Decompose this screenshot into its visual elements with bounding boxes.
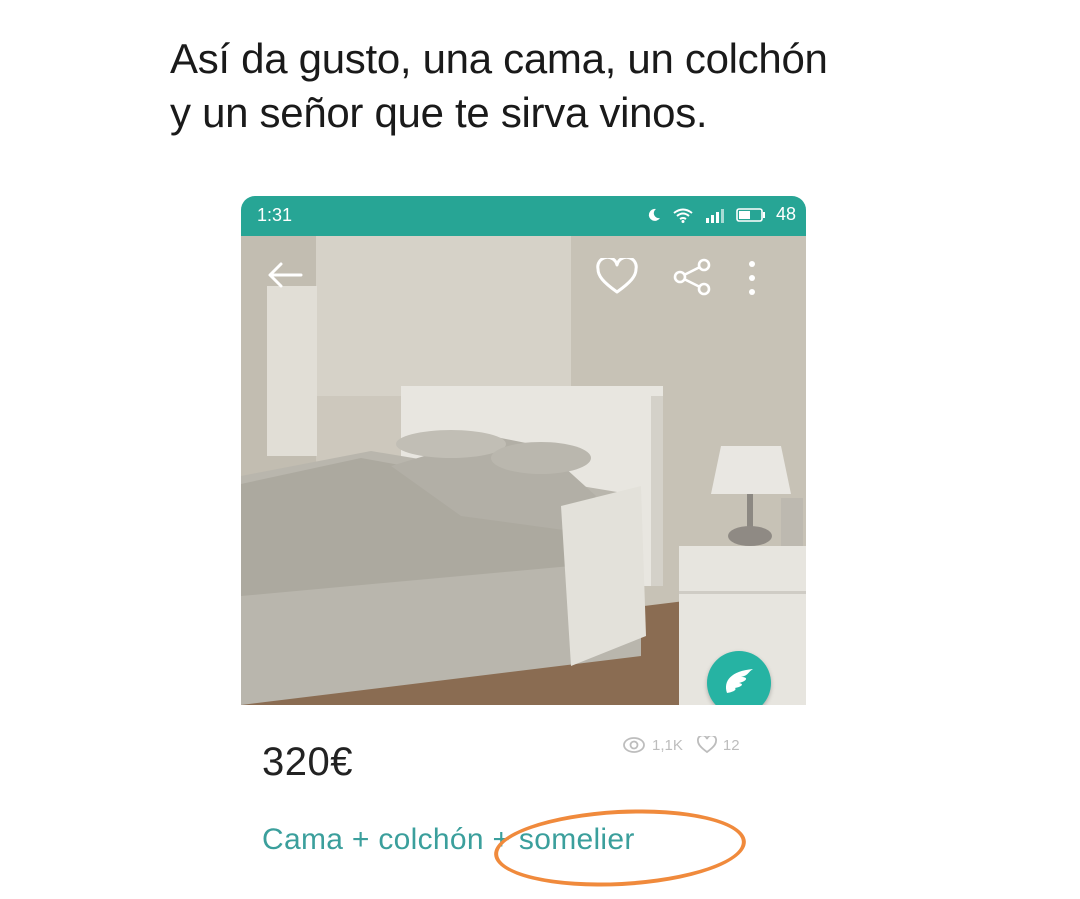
arrow-left-icon[interactable] bbox=[265, 258, 305, 292]
caption-line-1: Así da gusto, una cama, un colchón bbox=[170, 35, 828, 82]
battery-level: 48 bbox=[775, 204, 796, 224]
eye-icon bbox=[623, 737, 645, 753]
battery-icon bbox=[736, 207, 765, 222]
status-icons: 48 bbox=[646, 204, 796, 225]
status-time: 1:31 bbox=[257, 205, 293, 225]
views-count: 1,1K bbox=[652, 736, 683, 754]
status-bar: 1:31 48 bbox=[241, 196, 806, 236]
wing-icon bbox=[726, 669, 753, 693]
heart-icon[interactable] bbox=[595, 258, 639, 296]
bedroom-photo bbox=[241, 236, 806, 705]
signal-icon bbox=[705, 208, 724, 223]
favorites-count: 12 bbox=[722, 736, 740, 754]
listing-stats: 1,1K 12 bbox=[622, 736, 740, 754]
meme-caption: Así da gusto, una cama, un colchón y un … bbox=[170, 32, 990, 140]
phone-screenshot: 1:31 48 bbox=[241, 196, 806, 705]
favorites-stat: 12 bbox=[696, 736, 740, 754]
heart-outline-icon bbox=[696, 736, 717, 754]
caption-line-2: y un señor que te sirva vinos. bbox=[170, 89, 708, 136]
share-icon[interactable] bbox=[671, 258, 715, 296]
more-vertical-icon[interactable] bbox=[745, 258, 759, 298]
moon-icon bbox=[648, 208, 660, 221]
views-stat: 1,1K bbox=[622, 736, 683, 754]
listing-price: 320€ bbox=[262, 740, 353, 784]
listing-title: Cama + colchón + somelier bbox=[262, 823, 635, 856]
wifi-icon bbox=[673, 208, 693, 223]
listing-photo[interactable] bbox=[241, 236, 806, 705]
